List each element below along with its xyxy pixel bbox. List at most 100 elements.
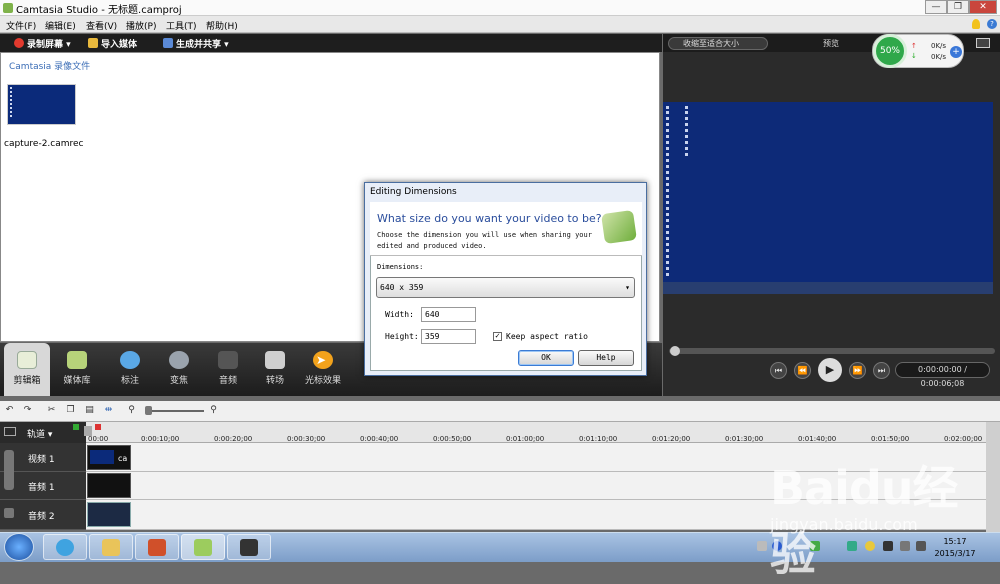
out-marker[interactable] [95,424,101,430]
clip-name[interactable]: capture-2.camrec [4,139,84,149]
playhead[interactable] [84,426,92,436]
menu-play[interactable]: 播放(P) [126,19,156,32]
tab-zoom[interactable]: 变焦 [157,343,201,396]
tab-library[interactable]: 媒体库 [55,343,99,396]
network-percent: 50% [873,34,907,68]
taskbar-recorder[interactable] [227,534,271,560]
fast-forward-icon[interactable]: ⏩ [849,362,866,379]
zoom-slider-handle[interactable] [145,406,152,415]
dialog-desc-line2: edited and produced video. [377,242,487,250]
audio2-lock-icon[interactable] [4,508,14,518]
taskbar-powerpoint[interactable] [135,534,179,560]
folder-icon [102,539,120,556]
produce-share-button[interactable]: 生成并共享 ▾ [163,36,229,50]
keep-aspect-checkbox[interactable]: ✓ [493,332,502,341]
clip-thumbnail[interactable] [7,84,76,125]
dimensions-dropdown[interactable]: 640 x 359 ▾ [376,277,635,298]
track-menu[interactable]: 轨道 ▾ [27,427,52,440]
in-marker[interactable] [73,424,79,430]
clip-bin-icon [17,351,37,369]
import-media-button[interactable]: 导入媒体 [88,36,137,50]
dialog-desc-line1: Choose the dimension you will use when s… [377,231,592,239]
preview-label: 预览 [823,39,839,48]
redo-icon[interactable]: ↷ [22,405,33,416]
height-label: Height: [385,332,419,341]
tab-cursor-effects[interactable]: 光标效果 [301,343,345,396]
ruler-tick: 0:00:30;00 [287,435,326,443]
video-clip[interactable]: ca [87,445,131,470]
help-icon[interactable]: ? [987,19,997,29]
download-speed: 0K/s [931,53,947,61]
ruler-tick: 0:02:00;00 [944,435,983,443]
minimize-button[interactable]: — [925,0,947,14]
taskbar-camtasia[interactable] [181,534,225,560]
dialog-question: What size do you want your video to be? [377,212,602,225]
copy-icon[interactable]: ❐ [65,405,76,416]
ruler-tick: 0:01:10;00 [579,435,618,443]
rewind-icon[interactable]: ⏪ [794,362,811,379]
ok-button[interactable]: OK [518,350,574,366]
desktop-icons-column2 [685,106,693,156]
help-button[interactable]: Help [578,350,634,366]
clip-bin-header: Camtasia 录像文件 [9,62,91,72]
close-button[interactable]: ✕ [969,0,997,14]
tab-transitions[interactable]: 转场 [253,343,297,396]
camtasia-icon [194,539,212,556]
taskbar-ie[interactable] [43,534,87,560]
menu-edit[interactable]: 编辑(E) [45,19,76,32]
keep-aspect-label: Keep aspect ratio [506,332,588,341]
tab-callouts[interactable]: 标注 [108,343,152,396]
ruler-tick: 00:00 [88,435,109,443]
preview-size-dropdown[interactable]: 收缩至适合大小 [668,37,768,50]
menu-help[interactable]: 帮助(H) [206,19,238,32]
ruler-tick: 0:01:40;00 [798,435,837,443]
start-button[interactable] [4,533,34,561]
accelerate-icon[interactable]: + [950,46,962,58]
play-icon[interactable]: ▶ [818,358,842,382]
menu-bar: 文件(F) 编辑(E) 查看(V) 播放(P) 工具(T) 帮助(H) ? [0,16,1000,33]
audio-clip-2[interactable] [87,502,131,527]
time-display: 0:00:00:00 / 0:00:06;08 [895,362,990,388]
tip-lightbulb-icon[interactable] [972,19,980,29]
menu-view[interactable]: 查看(V) [86,19,117,32]
ruler-tick: 0:01:00;00 [506,435,545,443]
desktop-icons-column1 [666,106,674,276]
clip-thumb [90,450,114,464]
download-arrow-icon: ↓ [911,52,917,60]
paste-icon[interactable]: ▤ [84,405,95,416]
width-label: Width: [385,310,414,319]
ruler-tick: 0:01:50;00 [871,435,910,443]
height-input[interactable]: 359 [421,329,476,344]
upload-arrow-icon: ↑ [911,42,917,50]
scrub-handle[interactable] [670,346,680,356]
keyboard-icon[interactable] [757,541,767,551]
split-icon[interactable]: ⇹ [103,405,114,416]
record-icon [14,38,24,48]
preview-desktop-taskbar [663,282,993,294]
tab-clip-bin[interactable]: 剪辑箱 [4,343,50,396]
powerpoint-icon [148,539,166,556]
taskbar-explorer[interactable] [89,534,133,560]
folder-icon [88,38,98,48]
zoom-in-icon[interactable]: ⚲ [208,405,219,416]
zoom-out-icon[interactable]: ⚲ [126,405,137,416]
menu-tools[interactable]: 工具(T) [166,19,197,32]
tab-audio[interactable]: 音频 [206,343,250,396]
preview-scrub-bar[interactable] [669,348,995,354]
cut-icon[interactable]: ✂ [46,405,57,416]
maximize-button[interactable]: ❐ [947,0,969,14]
skip-back-icon[interactable]: ⏮ [770,362,787,379]
track-link-icon[interactable] [4,450,14,490]
record-screen-button[interactable]: 录制屏幕 ▾ [14,36,71,50]
internet-explorer-icon [56,539,74,556]
audio-clip-1[interactable] [87,473,131,498]
width-input[interactable]: 640 [421,307,476,322]
ruler-tick: 0:00:50;00 [433,435,472,443]
menu-file[interactable]: 文件(F) [6,19,36,32]
ruler-tick: 0:01:30;00 [725,435,764,443]
ruler-tick: 0:01:20;00 [652,435,691,443]
zoom-slider[interactable] [146,410,204,412]
skip-forward-icon[interactable]: ⏭ [873,362,890,379]
detach-preview-icon[interactable] [976,38,990,48]
undo-icon[interactable]: ↶ [4,405,15,416]
